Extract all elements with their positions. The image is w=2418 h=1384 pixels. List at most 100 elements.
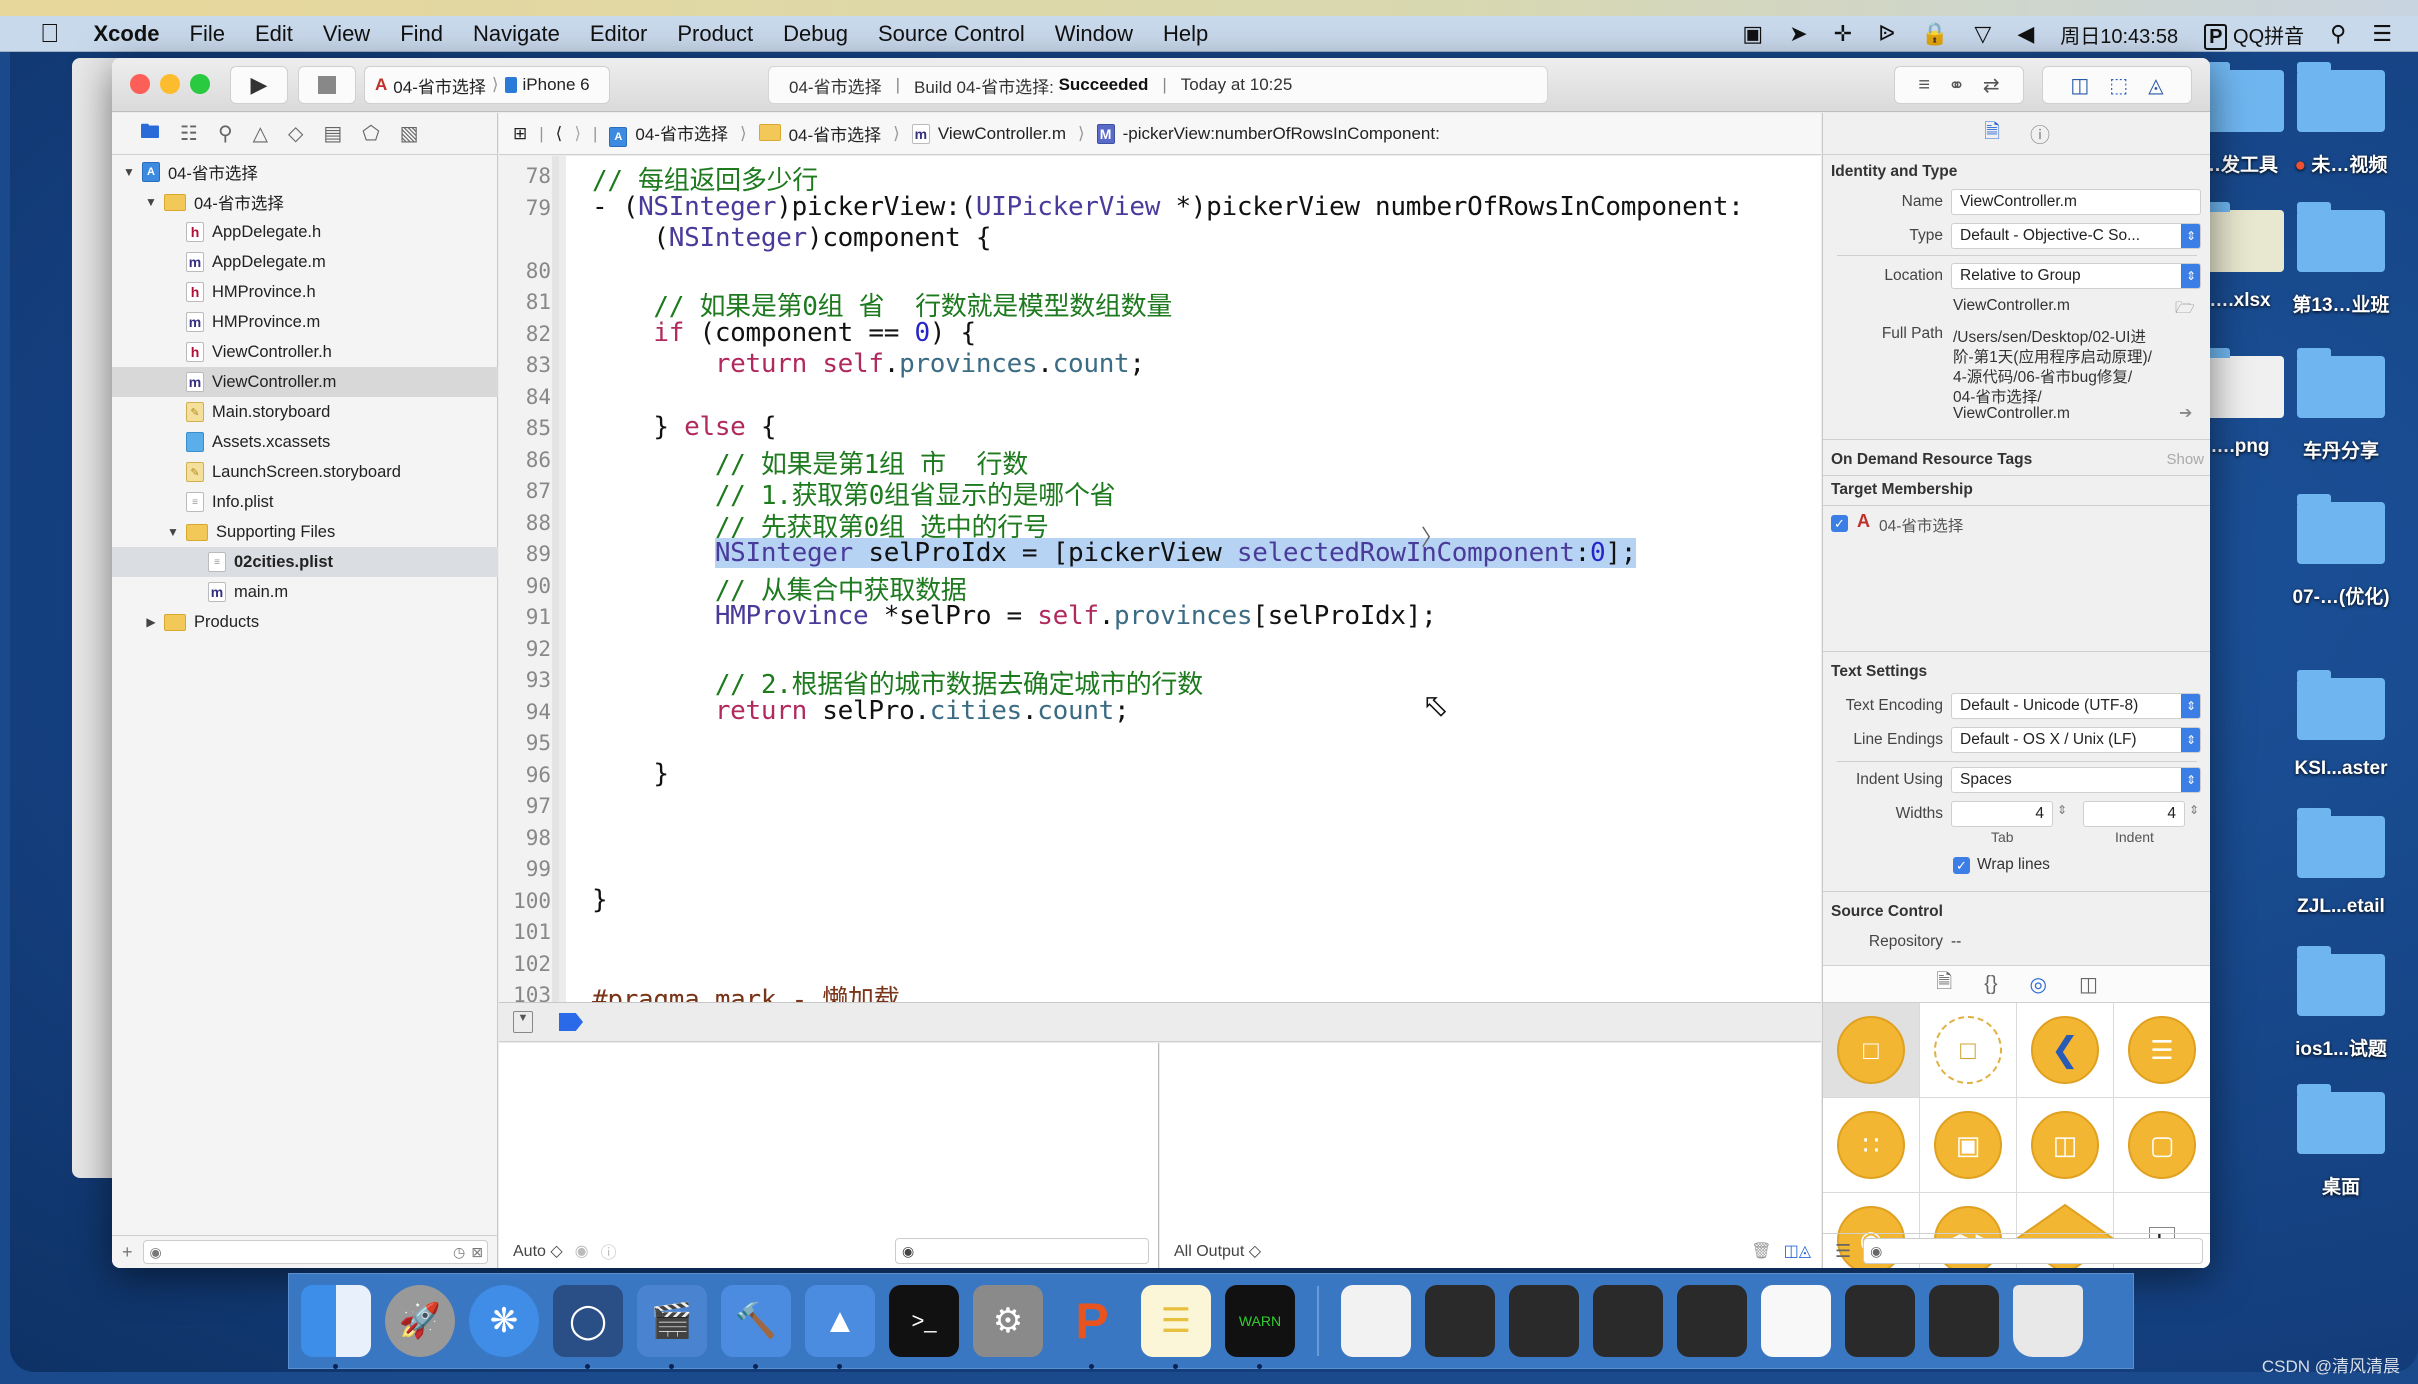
version-editor-icon[interactable]: ⇄ <box>1983 73 2000 98</box>
breadcrumb-method[interactable]: M -pickerView:numberOfRowsInComponent: <box>1096 123 1440 144</box>
menu-debug[interactable]: Debug <box>783 21 848 47</box>
test-navigator-tab-icon[interactable]: ◇ <box>288 121 303 146</box>
library-item[interactable]: □ <box>1823 1003 1920 1098</box>
library-item[interactable]: ∷ <box>1823 1098 1920 1193</box>
report-navigator-tab-icon[interactable]: ▧ <box>400 121 419 146</box>
list-view-icon[interactable]: ☰ <box>1835 1241 1851 1262</box>
symbol-navigator-tab-icon[interactable]: ☷ <box>180 121 198 146</box>
reveal-in-finder-icon[interactable]: ➔ <box>2179 403 2192 423</box>
standard-editor-icon[interactable]: ≡ <box>1918 74 1930 97</box>
code-line[interactable]: - (NSInteger)pickerView:(UIPickerView *)… <box>592 192 1744 222</box>
target-checkbox[interactable]: ✓ <box>1831 515 1848 532</box>
dock-window-thumbnail[interactable] <box>1845 1285 1915 1357</box>
line-endings-popup[interactable]: Default - OS X / Unix (LF) ⇕ <box>1951 727 2201 753</box>
dock-xcode-icon[interactable]: 🔨 <box>721 1285 791 1369</box>
source-editor[interactable]: // 每组返回多少行 - (NSInteger)pickerView:(UIPic… <box>566 156 1821 1002</box>
type-popup[interactable]: Default - Objective-C So... ⇕ <box>1951 223 2201 249</box>
desktop-item[interactable]: 桌面 <box>2276 1084 2406 1199</box>
code-line[interactable]: return selPro.cities.count; <box>592 696 1130 726</box>
code-line[interactable]: HMProvince *selPro = self.provinces[selP… <box>592 601 1437 631</box>
dock-console-icon[interactable]: WARN <box>1225 1285 1295 1369</box>
breadcrumb-project[interactable]: A 04-省市选择 <box>609 120 728 147</box>
minimize-window-button[interactable] <box>160 74 180 94</box>
find-navigator-tab-icon[interactable]: ⚲ <box>218 121 233 146</box>
trash-icon[interactable]: 🗑 <box>1751 1241 1771 1261</box>
menu-help[interactable]: Help <box>1163 21 1208 47</box>
breakpoint-navigator-tab-icon[interactable]: ⬠ <box>362 121 379 146</box>
menu-product[interactable]: Product <box>677 21 753 47</box>
dock-window-thumbnail[interactable] <box>1509 1285 1579 1357</box>
code-line[interactable]: NSInteger selProIdx = [pickerView select… <box>592 538 1636 568</box>
navigator-group[interactable]: ▶ Products <box>112 607 498 637</box>
desktop-item[interactable]: ZJL...etail <box>2276 808 2406 918</box>
navigator-file[interactable]: h HMProvince.h <box>112 277 498 307</box>
dock-trash-icon[interactable] <box>2013 1285 2083 1357</box>
notification-center-icon[interactable]: ☰ <box>2372 21 2392 47</box>
menu-source-control[interactable]: Source Control <box>878 21 1025 47</box>
menu-file[interactable]: File <box>190 21 225 47</box>
disclosure-open-icon[interactable]: ▼ <box>166 525 180 539</box>
desktop-item[interactable]: KSI...aster <box>2276 670 2406 780</box>
location-popup[interactable]: Relative to Group ⇕ <box>1951 263 2201 289</box>
navigator-file[interactable]: m main.m <box>112 577 498 607</box>
code-line[interactable]: } <box>592 759 669 789</box>
code-line[interactable]: #pragma mark - 懒加载 <box>592 979 900 1002</box>
dock-powerpoint-icon[interactable]: P <box>1057 1285 1127 1369</box>
dock-window-thumbnail[interactable] <box>1761 1285 1831 1357</box>
menu-app[interactable]: Xcode <box>94 21 160 47</box>
library-item[interactable]: ❮ <box>2017 1003 2114 1098</box>
navigator-file[interactable]: m AppDelegate.m <box>112 247 498 277</box>
screen-record-icon[interactable]: ▣ <box>1742 21 1763 47</box>
indent-width-field[interactable]: 4 <box>2083 801 2185 827</box>
navigator-group[interactable]: ▼ 04-省市选择 <box>112 187 498 217</box>
desktop-item[interactable]: ● 未…视频 <box>2276 62 2406 177</box>
menu-editor[interactable]: Editor <box>590 21 647 47</box>
file-template-library-icon[interactable]: 🗎 <box>1936 967 1952 1001</box>
code-line[interactable]: } else { <box>592 412 776 442</box>
recent-files-icon[interactable]: ◷ <box>453 1244 465 1261</box>
variables-filter-input[interactable]: ◉ <box>895 1238 1149 1264</box>
menu-navigate[interactable]: Navigate <box>473 21 560 47</box>
desktop-item[interactable]: ios1...试题 <box>2276 946 2406 1061</box>
clock[interactable]: 周日10:43:58 <box>2060 20 2178 49</box>
navigator-file[interactable]: m HMProvince.m <box>112 307 498 337</box>
input-method[interactable]: P QQ拼音 <box>2204 20 2304 50</box>
navigator-group[interactable]: ▼ Supporting Files <box>112 517 498 547</box>
apple-menu-icon[interactable]:  <box>40 18 60 49</box>
dock-launchpad-icon[interactable]: 🚀 <box>385 1285 455 1357</box>
desktop-item[interactable]: 第13…业班 <box>2276 202 2406 317</box>
console-view[interactable]: All Output ◇ 🗑 ◫◬ <box>1160 1043 1821 1268</box>
dock-window-thumbnail[interactable] <box>1341 1285 1411 1357</box>
disclosure-closed-icon[interactable]: ▶ <box>144 615 158 629</box>
line-number-gutter[interactable]: 78 79 80 81 82 83 84 85 86 87 88 89 90 91 92 93 94 95 96 97… <box>499 156 559 1007</box>
encoding-popup[interactable]: Default - Unicode (UTF-8) ⇕ <box>1951 693 2201 719</box>
fan-icon[interactable]: ✛ <box>1834 21 1852 47</box>
quick-look-icon[interactable]: ◉ <box>575 1241 589 1261</box>
console-output-select[interactable]: All Output ◇ <box>1174 1241 1261 1261</box>
split-view-icon[interactable]: ◫◬ <box>1784 1241 1811 1261</box>
stop-button[interactable] <box>298 66 356 104</box>
issue-navigator-tab-icon[interactable]: △ <box>253 121 268 146</box>
indent-using-popup[interactable]: Spaces ⇕ <box>1951 767 2201 793</box>
navigator-group[interactable]: ▼ A 04-省市选择 <box>112 157 498 187</box>
info-icon[interactable]: ⓘ <box>601 1239 617 1263</box>
wifi-icon[interactable]: ▽ <box>1974 21 1991 47</box>
wrap-lines-checkbox[interactable]: ✓ <box>1953 857 1970 874</box>
dock-system-preferences-icon[interactable]: ⚙ <box>973 1285 1043 1357</box>
project-navigator-tab-icon[interactable]: 🖿 <box>140 117 160 151</box>
name-field[interactable]: ViewController.m <box>1951 189 2201 215</box>
back-icon[interactable]: ⟨ <box>556 124 563 144</box>
hide-debug-area-icon[interactable]: ▼ <box>513 1011 533 1033</box>
breadcrumb-group[interactable]: 04-省市选择 <box>758 121 881 146</box>
assistant-editor-icon[interactable]: ⚭ <box>1948 73 1965 98</box>
navigator-file[interactable]: m ViewController.m <box>112 367 498 397</box>
dock-finder-icon[interactable] <box>301 1285 371 1369</box>
debug-navigator-tab-icon[interactable]: ▤ <box>323 121 342 146</box>
code-line[interactable]: (NSInteger)component { <box>592 223 991 253</box>
dock-video-editor-icon[interactable]: 🎬 <box>637 1285 707 1369</box>
code-snippet-library-icon[interactable]: {} <box>1984 973 1997 996</box>
dock-window-thumbnail[interactable] <box>1677 1285 1747 1357</box>
scheme-selector[interactable]: A 04-省市选择 ⟩ iPhone 6 <box>364 66 610 104</box>
zoom-window-button[interactable] <box>190 74 210 94</box>
reveal-folder-icon[interactable]: 🗁 <box>2175 297 2195 324</box>
